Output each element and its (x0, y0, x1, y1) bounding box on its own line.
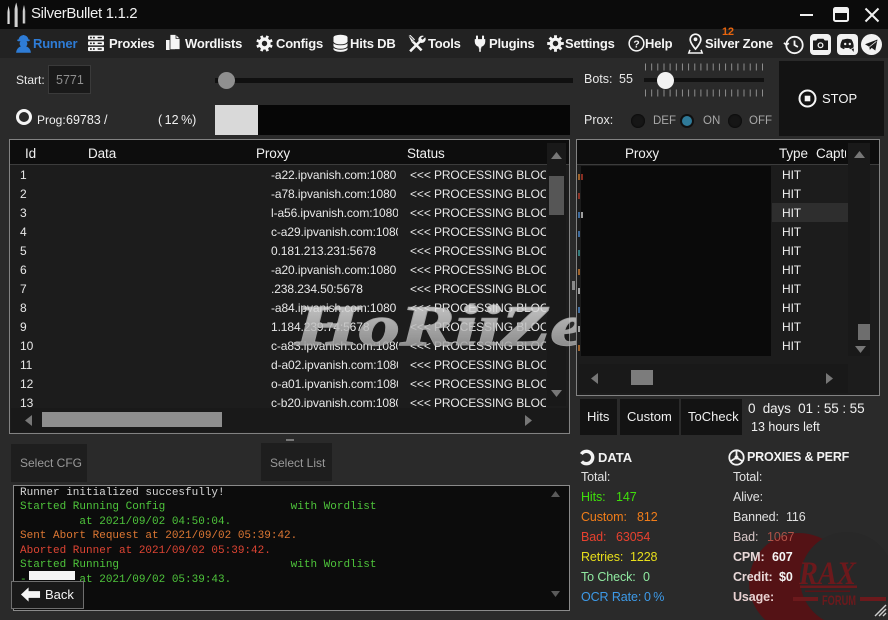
svg-text:?: ? (633, 39, 639, 50)
svg-text:FORUM: FORUM (822, 592, 856, 608)
svg-text:HoRiiZe: HoRiiZe (294, 295, 587, 358)
